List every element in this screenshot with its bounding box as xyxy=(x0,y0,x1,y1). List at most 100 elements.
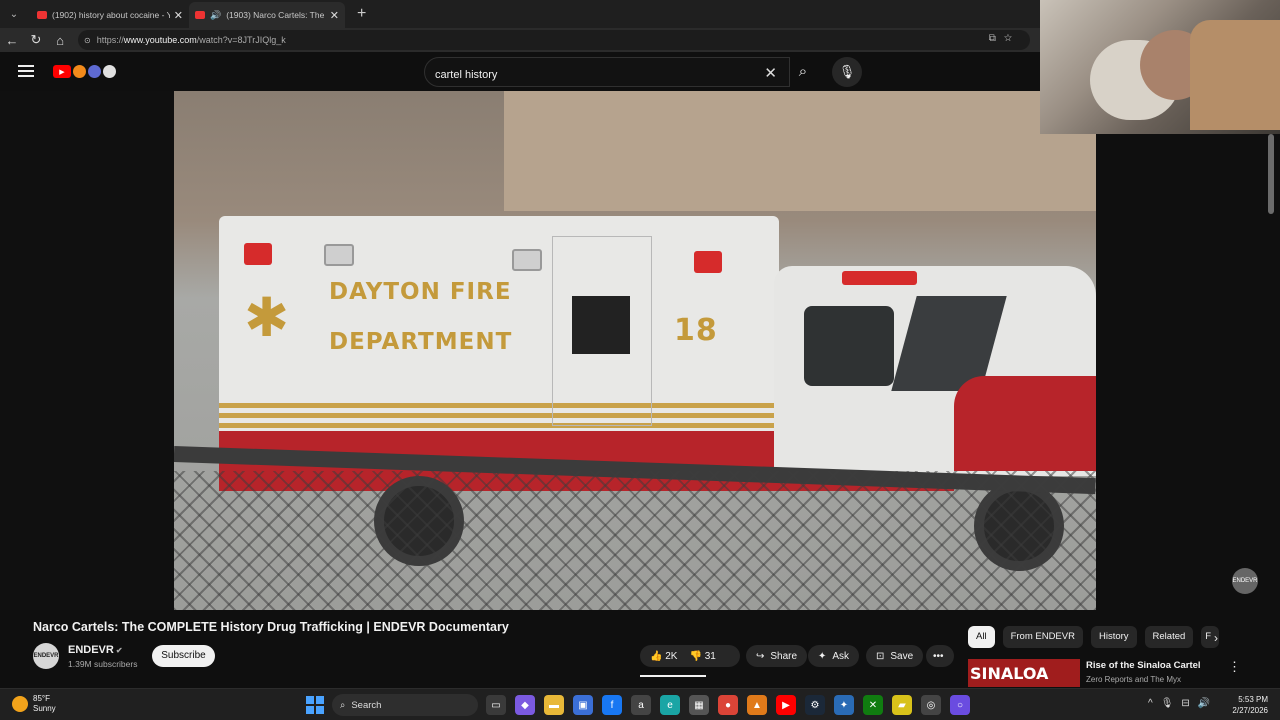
microphone-icon[interactable]: 🎙 xyxy=(832,57,862,87)
task-view-icon[interactable]: ▭ xyxy=(486,695,506,715)
verified-icon: ✔ xyxy=(115,646,123,655)
weather-temp: 85°F xyxy=(33,694,50,703)
kebab-menu-icon[interactable]: ⋮ xyxy=(1228,659,1241,675)
youtube-icon[interactable]: ▶ xyxy=(776,695,796,715)
browser-toolbar: ← ↻ ⌂ ⊙ https://www.youtube.com/watch?v=… xyxy=(0,28,1040,52)
webcam-overlay xyxy=(1040,0,1280,134)
more-actions-button[interactable]: ••• xyxy=(926,645,954,667)
xbox-icon[interactable]: ✕ xyxy=(863,695,883,715)
channel-name-row[interactable]: ENDEVR ✔ xyxy=(68,644,123,656)
dislike-button[interactable]: 👎 31 xyxy=(689,651,715,662)
store-icon[interactable]: ▣ xyxy=(573,695,593,715)
share-button[interactable]: ↪ Share xyxy=(746,645,808,667)
chrome-icon[interactable]: ● xyxy=(718,695,738,715)
player-letterbox xyxy=(0,91,174,610)
site-info-icon[interactable]: ⊙ xyxy=(84,36,91,45)
webcam-shirt xyxy=(1190,20,1280,130)
reload-icon[interactable]: ↻ xyxy=(24,32,48,48)
browser-icon[interactable]: ○ xyxy=(950,695,970,715)
recommendation-channel[interactable]: Zero Reports and The Myx xyxy=(1086,675,1181,684)
chip-history[interactable]: History xyxy=(1090,626,1137,648)
system-tray: ^ 🎙 ⊟ 🔊 xyxy=(1148,698,1210,709)
tab-title: (1902) history about cocaine - Yo xyxy=(52,10,170,20)
copilot-icon[interactable]: ◆ xyxy=(515,695,535,715)
hamburger-menu-icon[interactable] xyxy=(18,65,34,77)
channel-avatar[interactable]: ENDEVR xyxy=(33,643,59,669)
file-explorer-icon[interactable]: ▬ xyxy=(544,695,564,715)
home-icon[interactable]: ⌂ xyxy=(48,33,72,48)
search-input[interactable]: cartel history ✕ xyxy=(424,57,790,87)
frame-building xyxy=(504,91,1096,211)
app-icon[interactable]: ◎ xyxy=(921,695,941,715)
recommendation-thumbnail[interactable]: SINALOA xyxy=(968,659,1080,687)
youtube-logo[interactable]: ▶ xyxy=(53,64,119,79)
doodle-icon xyxy=(88,65,101,78)
like-underline xyxy=(640,675,706,677)
doodle-icon xyxy=(73,65,86,78)
speaker-icon[interactable]: 🔊 xyxy=(210,10,221,21)
subscriber-count: 1.39M subscribers xyxy=(68,659,138,669)
windows-taskbar: 85°F Sunny ⌕ Search ▭ ◆ ▬ ▣ f a e ▦ ● ▲ … xyxy=(0,688,1280,720)
app-icon[interactable]: ✦ xyxy=(834,695,854,715)
weather-widget[interactable]: 85°F Sunny xyxy=(12,694,56,714)
open-in-app-icon[interactable]: ⧉ xyxy=(989,33,1004,44)
back-icon[interactable]: ← xyxy=(0,33,24,48)
video-frame: ✱ DAYTON FIRE DEPARTMENT 18 xyxy=(174,91,1096,610)
sticky-notes-icon[interactable]: ▰ xyxy=(892,695,912,715)
bookmark-icon: ⊡ xyxy=(876,650,885,662)
ask-button[interactable]: ✦ Ask xyxy=(808,645,860,667)
save-button[interactable]: ⊡ Save xyxy=(866,645,924,667)
amazon-icon[interactable]: a xyxy=(631,695,651,715)
recommendation-title[interactable]: Rise of the Sinaloa Cartel xyxy=(1086,660,1201,671)
frame-text-dayton: DAYTON FIRE xyxy=(329,279,512,305)
frame-light xyxy=(324,244,354,266)
channel-name[interactable]: ENDEVR xyxy=(68,644,114,656)
close-tab-icon[interactable]: ✕ xyxy=(174,9,183,22)
frame-text-department: DEPARTMENT xyxy=(329,329,513,355)
calculator-icon[interactable]: ▦ xyxy=(689,695,709,715)
facebook-icon[interactable]: f xyxy=(602,695,622,715)
new-tab-button[interactable]: + xyxy=(357,5,366,23)
taskbar-search-label: Search xyxy=(351,699,382,711)
volume-icon[interactable]: 🔊 xyxy=(1198,698,1210,709)
sun-icon xyxy=(12,696,28,712)
chevron-up-icon[interactable]: ^ xyxy=(1148,698,1153,709)
network-icon[interactable]: ⊟ xyxy=(1181,698,1189,709)
app-icon[interactable]: ▲ xyxy=(747,695,767,715)
edge-icon[interactable]: e xyxy=(660,695,680,715)
doodle-icon xyxy=(103,65,116,78)
more-horizontal-icon: ••• xyxy=(933,650,944,662)
clear-search-icon[interactable]: ✕ xyxy=(764,64,777,82)
video-player[interactable]: ✱ DAYTON FIRE DEPARTMENT 18 xyxy=(174,91,1096,610)
address-bar[interactable]: ⊙ https://www.youtube.com/watch?v=8JTrJI… xyxy=(78,30,1030,50)
share-icon: ↪ xyxy=(756,650,765,662)
search-icon[interactable]: ⌕ xyxy=(788,57,818,87)
dislike-count: 31 xyxy=(704,650,716,662)
frame-text-number: 18 xyxy=(674,313,718,348)
browser-tab-1[interactable]: (1902) history about cocaine - Yo ✕ xyxy=(31,2,189,28)
microphone-icon[interactable]: 🎙 xyxy=(1161,698,1174,709)
frame-light xyxy=(694,251,722,273)
close-tab-icon[interactable]: ✕ xyxy=(330,9,339,22)
like-button[interactable]: 👍 2K xyxy=(650,651,677,662)
chip-related[interactable]: Related xyxy=(1144,626,1194,648)
frame-door-window xyxy=(572,296,630,354)
subscribe-button[interactable]: Subscribe xyxy=(152,645,215,667)
browser-tab-2[interactable]: 🔊 (1903) Narco Cartels: The CO ✕ xyxy=(189,2,345,28)
save-label: Save xyxy=(890,650,914,662)
chip-all[interactable]: All xyxy=(968,626,995,648)
search-icon: ⌕ xyxy=(340,699,346,711)
like-dislike-group: 👍 2K 👎 31 xyxy=(640,645,740,667)
chevron-right-icon[interactable]: › xyxy=(1214,631,1218,645)
clock[interactable]: 5:53 PM 2/27/2026 xyxy=(1228,694,1268,716)
pinned-apps: ▭ ◆ ▬ ▣ f a e ▦ ● ▲ ▶ ⚙ ✦ ✕ ▰ ◎ ○ xyxy=(486,695,970,715)
tab-list-dropdown[interactable]: ⌄ xyxy=(3,3,25,25)
windows-start-icon[interactable] xyxy=(306,696,324,714)
steam-icon[interactable]: ⚙ xyxy=(805,695,825,715)
channel-watermark[interactable]: ENDEVR xyxy=(1232,568,1258,594)
youtube-play-icon: ▶ xyxy=(53,65,71,78)
taskbar-search[interactable]: ⌕ Search xyxy=(332,694,478,716)
chip-from-endevr[interactable]: From ENDEVR xyxy=(1002,626,1083,648)
favorite-star-icon[interactable]: ☆ xyxy=(1004,33,1020,44)
page-scrollbar[interactable] xyxy=(1268,134,1274,214)
